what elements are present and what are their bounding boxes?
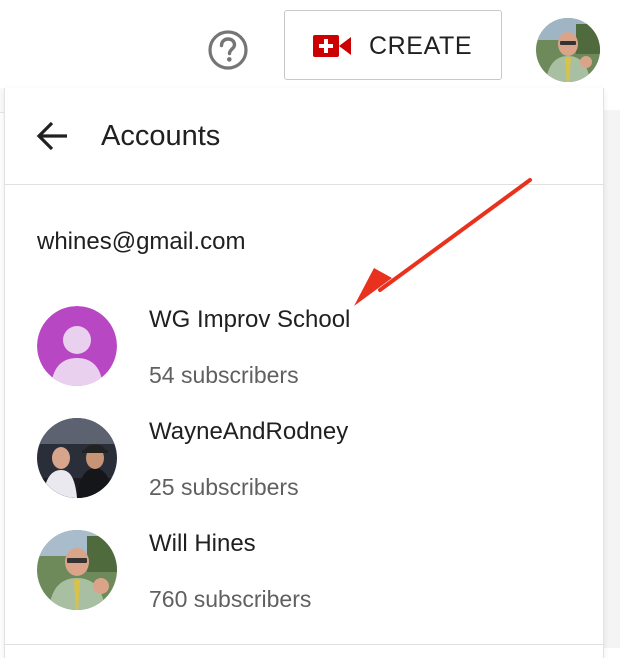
account-item-will-hines[interactable]: Will Hines 760 subscribers (5, 530, 603, 630)
account-name: WayneAndRodney (149, 418, 349, 445)
arrow-back-icon[interactable] (35, 118, 71, 154)
panel-side-shadow (602, 110, 620, 648)
account-subscribers: 760 subscribers (149, 586, 312, 612)
account-email: whines@gmail.com (37, 228, 246, 255)
channel-avatar (37, 530, 117, 610)
account-subscribers: 54 subscribers (149, 362, 299, 388)
top-bar: CREATE (0, 0, 620, 88)
panel-title: Accounts (101, 120, 221, 152)
user-avatar[interactable] (536, 18, 600, 82)
create-label: CREATE (369, 32, 473, 60)
panel-header: Accounts (5, 88, 603, 185)
account-item-wayneandrodney[interactable]: WayneAndRodney 25 subscribers (5, 418, 603, 518)
default-avatar-icon (37, 306, 117, 386)
account-name: Will Hines (149, 530, 256, 557)
divider (5, 644, 603, 645)
accounts-panel: Accounts whines@gmail.com WG Improv Scho… (4, 88, 604, 658)
account-item-wg-improv-school[interactable]: WG Improv School 54 subscribers (5, 306, 603, 406)
account-subscribers: 25 subscribers (149, 474, 299, 500)
account-name: WG Improv School (149, 306, 351, 333)
help-icon[interactable] (206, 28, 250, 72)
create-button[interactable]: CREATE (284, 10, 502, 80)
video-camera-plus-icon (313, 35, 351, 57)
channel-avatar (37, 418, 117, 498)
